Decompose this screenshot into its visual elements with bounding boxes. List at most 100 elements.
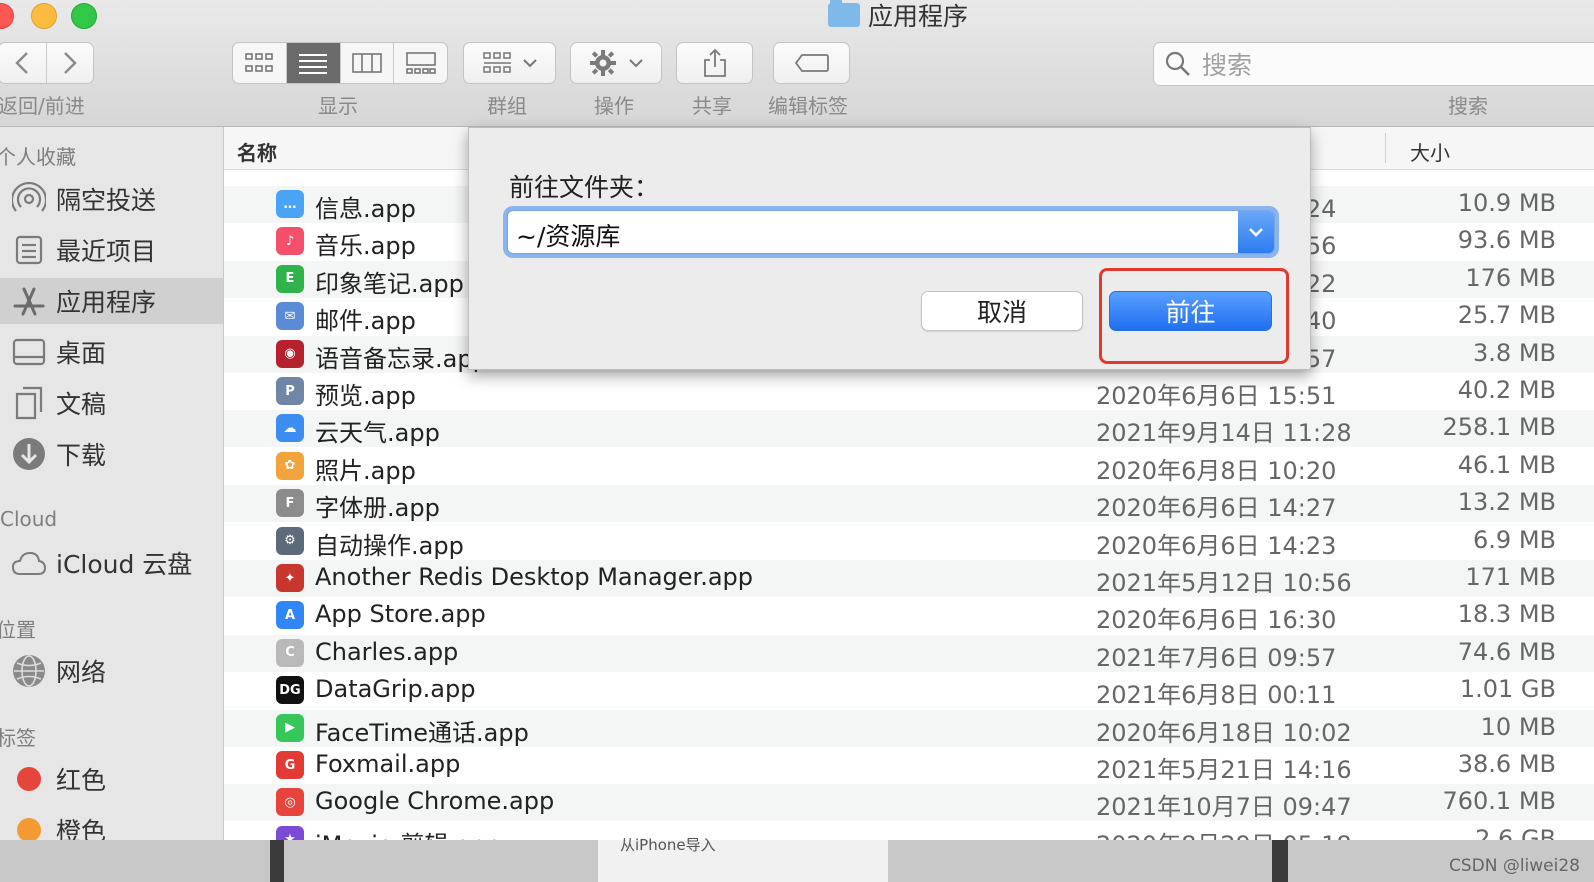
- minimize-window-button[interactable]: [31, 3, 57, 29]
- sidebar-item-applications[interactable]: 应用程序: [0, 278, 223, 324]
- path-history-dropdown-button[interactable]: [1238, 211, 1274, 253]
- file-size: 13.2 MB: [1457, 488, 1556, 517]
- sidebar-item-desktop[interactable]: 桌面: [0, 329, 223, 375]
- file-date-modified: 2020年6月8日 10:20: [1096, 456, 1337, 485]
- file-name: App Store.app: [315, 600, 486, 629]
- tag-red-icon: [11, 761, 47, 797]
- search-field[interactable]: 搜索: [1153, 42, 1594, 86]
- file-name: 预览.app: [315, 382, 416, 410]
- file-name: 云天气.app: [315, 419, 440, 448]
- downloads-icon: [11, 436, 47, 472]
- back-forward-control: [0, 42, 94, 84]
- background-menu-fragment: 从iPhone导入: [598, 836, 888, 882]
- table-row[interactable]: C Charles.app 2021年7月6日 09:57 74.6 MB: [224, 634, 1594, 672]
- folder-path-input[interactable]: ~/资源库: [516, 217, 620, 253]
- file-date-modified: 2020年6月6日 16:30: [1096, 606, 1337, 635]
- action-label: 操作: [594, 94, 634, 118]
- bottom-background-strip: 从iPhone导入: [0, 836, 1594, 882]
- file-name: Google Chrome.app: [315, 787, 555, 816]
- grid-icon: [245, 53, 274, 72]
- desktop-icon: [11, 334, 47, 370]
- file-size: 171 MB: [1465, 563, 1556, 591]
- app-icon: G: [276, 751, 304, 779]
- table-row[interactable]: ◎ Google Chrome.app 2021年10月7日 09:47 760.1 …: [224, 784, 1594, 822]
- watermark: CSDN @liwei28: [1448, 856, 1580, 876]
- sidebar-item-tag-red[interactable]: 红色: [0, 756, 223, 802]
- forward-button[interactable]: [47, 43, 94, 83]
- list-view-button[interactable]: [286, 43, 341, 83]
- gear-icon: [590, 50, 616, 76]
- window-title: 应用程序: [828, 0, 968, 31]
- action-button[interactable]: [570, 42, 662, 84]
- folder-path-combobox[interactable]: ~/资源库: [507, 210, 1275, 254]
- sidebar-item-label: 文稿: [56, 390, 107, 419]
- table-row[interactable]: ▶ FaceTime通话.app 2020年6月18日 10:02 10 MB: [224, 709, 1594, 747]
- sidebar-item-icloud-drive[interactable]: iCloud 云盘: [0, 540, 223, 586]
- app-icon: ◎: [276, 788, 304, 817]
- app-icon: P: [276, 377, 304, 405]
- sidebar-section-tags: 标签: [0, 726, 36, 750]
- column-view-button[interactable]: [341, 43, 395, 83]
- table-row[interactable]: ☁ 云天气.app 2021年9月14日 11:28 258.1 MB: [224, 410, 1594, 448]
- file-name: 音乐.app: [315, 232, 416, 261]
- back-button[interactable]: [0, 43, 47, 83]
- table-row[interactable]: DG DataGrip.app 2021年6月8日 00:11 1.01 GB: [224, 672, 1594, 709]
- edit-tags-button[interactable]: [773, 42, 850, 84]
- gallery-view-button[interactable]: [394, 43, 447, 83]
- column-divider: [1385, 133, 1386, 163]
- file-name: 照片.app: [315, 456, 416, 485]
- table-row[interactable]: G Foxmail.app 2021年5月21日 14:16 38.6 MB: [224, 747, 1594, 784]
- table-row[interactable]: F 字体册.app 2020年6月6日 14:27 13.2 MB: [224, 485, 1594, 523]
- gallery-icon: [405, 52, 436, 74]
- share-label: 共享: [692, 94, 732, 118]
- file-date-modified: 2020年6月6日 15:51: [1096, 382, 1337, 410]
- file-date-modified: 2021年7月6日 09:57: [1096, 643, 1337, 672]
- sidebar-item-label: 隔空投送: [56, 186, 157, 215]
- chevron-left-icon: [15, 52, 29, 74]
- file-date-modified: 2020年6月6日 14:27: [1096, 494, 1337, 523]
- search-placeholder: 搜索: [1202, 51, 1253, 80]
- icon-view-button[interactable]: [233, 43, 287, 83]
- file-size: 93.6 MB: [1457, 226, 1556, 255]
- table-row[interactable]: ✿ 照片.app 2020年6月8日 10:20 46.1 MB: [224, 448, 1594, 485]
- file-name: Foxmail.app: [315, 750, 461, 778]
- app-icon: ✿: [276, 451, 304, 480]
- group-button[interactable]: [463, 42, 556, 84]
- sidebar-item-network[interactable]: 网络: [0, 648, 223, 694]
- share-button[interactable]: [676, 42, 753, 84]
- table-row[interactable]: ⚙ 自动操作.app 2020年6月6日 14:23 6.9 MB: [224, 523, 1594, 560]
- file-date-modified: 2021年6月8日 00:11: [1096, 681, 1337, 710]
- file-size: 38.6 MB: [1457, 750, 1556, 778]
- search-label: 搜索: [1448, 94, 1488, 118]
- table-row[interactable]: P 预览.app 2020年6月6日 15:51 40.2 MB: [224, 373, 1594, 410]
- app-icon: F: [276, 489, 304, 518]
- app-icon: ⚙: [276, 526, 304, 555]
- file-date-modified: 2021年10月7日 09:47: [1096, 793, 1352, 822]
- file-size: 176 MB: [1465, 263, 1556, 292]
- table-row[interactable]: ✦ Another Redis Desktop Manager.app 2021年5…: [224, 560, 1594, 597]
- file-size: 46.1 MB: [1457, 450, 1556, 479]
- zoom-window-button[interactable]: [71, 3, 97, 29]
- sidebar-section-locations: 位置: [0, 618, 36, 642]
- file-size: 6.9 MB: [1473, 525, 1556, 554]
- search-icon: [1165, 51, 1190, 76]
- app-icon: A: [276, 601, 304, 630]
- folder-icon: [828, 0, 860, 27]
- close-window-button[interactable]: [0, 3, 14, 29]
- sidebar-item-label: 应用程序: [56, 288, 157, 317]
- file-name: Charles.app: [315, 637, 459, 666]
- sidebar-item-documents[interactable]: 文稿: [0, 380, 223, 426]
- column-header-size[interactable]: 大小: [1410, 137, 1450, 166]
- table-row[interactable]: A App Store.app 2020年6月6日 16:30 18.3 MB: [224, 597, 1594, 634]
- back-forward-label: 返回/前进: [0, 94, 85, 118]
- cancel-button[interactable]: 取消: [921, 291, 1083, 331]
- sidebar-item-airdrop[interactable]: 隔空投送: [0, 176, 223, 222]
- chevron-down-icon: [629, 59, 643, 68]
- sidebar-item-recents[interactable]: 最近项目: [0, 227, 223, 273]
- sidebar-section-favorites: 个人收藏: [0, 145, 76, 169]
- column-header-name[interactable]: 名称: [237, 137, 277, 166]
- sidebar-item-label: 下载: [56, 441, 107, 470]
- sidebar-item-label: 网络: [56, 658, 107, 687]
- sidebar-item-downloads[interactable]: 下载: [0, 431, 223, 477]
- app-icon: ◉: [276, 339, 304, 368]
